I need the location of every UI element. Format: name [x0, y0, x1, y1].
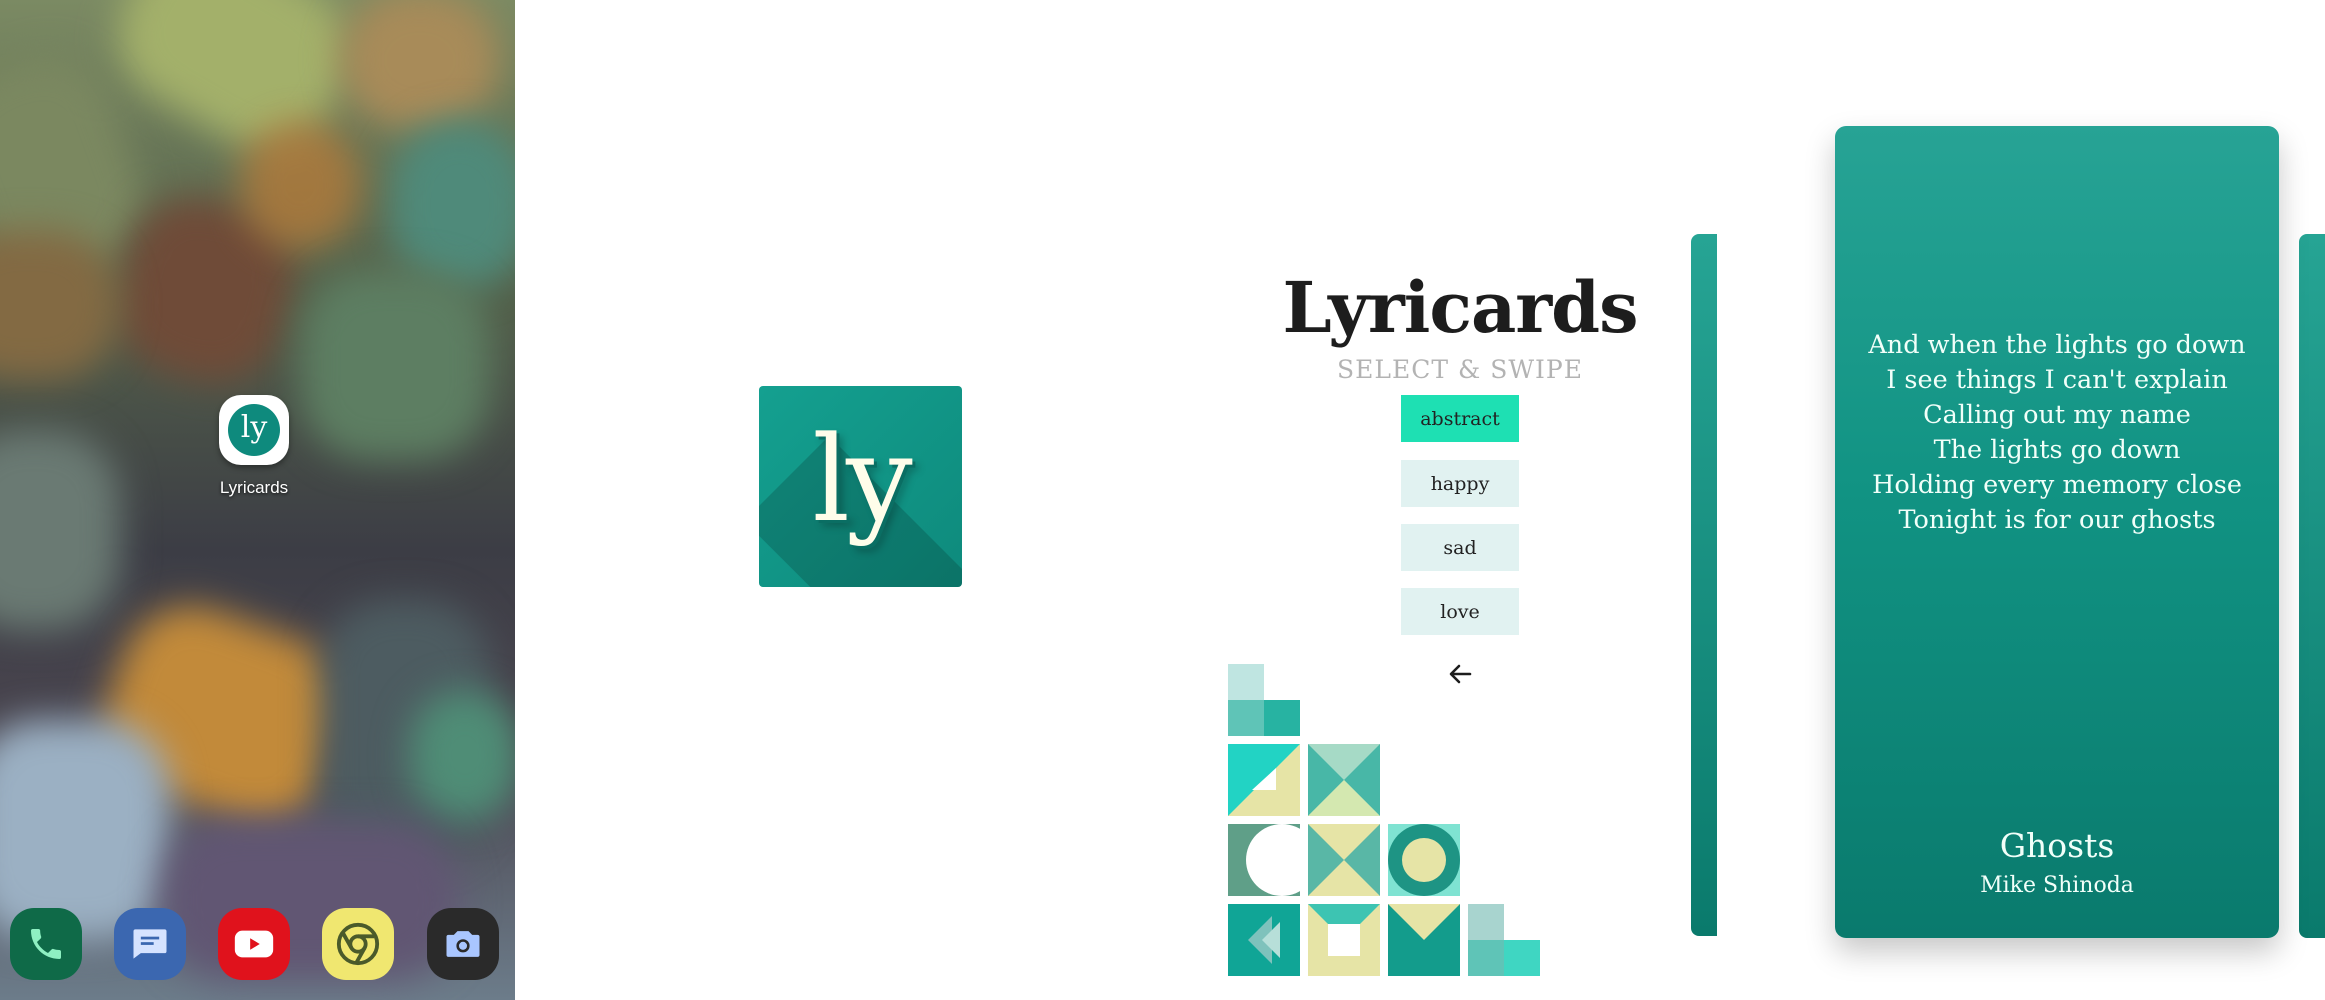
song-title: Ghosts: [1999, 826, 2115, 865]
chrome-app-button[interactable]: [322, 908, 394, 980]
category-abstract-button[interactable]: abstract: [1401, 395, 1519, 442]
camera-app-button[interactable]: [427, 908, 499, 980]
phone-app-button[interactable]: [10, 908, 82, 980]
messages-app-button[interactable]: [114, 908, 186, 980]
app-title: Lyricards: [1282, 266, 1638, 349]
home-screen: ly Lyricards: [0, 0, 515, 1000]
lyric-line: Tonight is for our ghosts: [1898, 505, 2216, 535]
phone-icon: [31, 929, 61, 959]
camera-icon: [446, 931, 480, 957]
lyric-card[interactable]: And when the lights go down I see things…: [1835, 126, 2279, 938]
geometric-pattern: [1228, 664, 1540, 976]
youtube-icon: [234, 930, 274, 958]
app-subtitle: SELECT & SWIPE: [1337, 355, 1583, 384]
lyric-line: Holding every memory close: [1872, 470, 2242, 500]
chrome-icon: [336, 922, 380, 966]
lyricards-icon-glyph: ly: [228, 404, 280, 456]
previous-card[interactable]: [1691, 234, 1717, 936]
lyric-line: Calling out my name: [1923, 400, 2191, 430]
lyric-line: I see things I can't explain: [1886, 365, 2228, 395]
category-love-button[interactable]: love: [1401, 588, 1519, 635]
lyricards-logo: ly: [759, 386, 962, 587]
category-sad-button[interactable]: sad: [1401, 524, 1519, 571]
lyricards-app-icon[interactable]: ly: [219, 395, 289, 465]
lyric-line: The lights go down: [1933, 435, 2181, 465]
lyricards-app-label: Lyricards: [219, 478, 289, 497]
lyric-line: And when the lights go down: [1868, 330, 2246, 360]
youtube-app-button[interactable]: [218, 908, 290, 980]
lyrics-text: And when the lights go down I see things…: [1835, 328, 2279, 538]
category-happy-button[interactable]: happy: [1401, 460, 1519, 507]
messages-icon: [133, 929, 167, 959]
artist-name: Mike Shinoda: [1980, 873, 2134, 898]
logo-text: ly: [812, 410, 912, 548]
next-card[interactable]: [2299, 234, 2325, 938]
